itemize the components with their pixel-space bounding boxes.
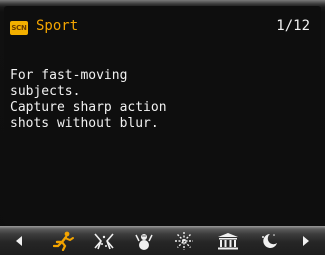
mode-title: Sport bbox=[36, 18, 79, 34]
scene-mode-icon: SCN bbox=[10, 21, 28, 35]
description-line: For fast-moving bbox=[10, 68, 128, 83]
snow-icon[interactable] bbox=[133, 229, 155, 253]
left-arrow-icon[interactable] bbox=[12, 229, 26, 253]
page-counter: 1/12 bbox=[276, 18, 310, 34]
right-arrow-icon[interactable] bbox=[299, 229, 313, 253]
indoor-party-icon[interactable] bbox=[93, 229, 115, 253]
description-line: Capture sharp action bbox=[10, 100, 167, 115]
mode-description: For fast-moving subjects. Capture sharp … bbox=[10, 68, 310, 132]
description-line: subjects. bbox=[10, 84, 81, 99]
night-scene-icon[interactable] bbox=[258, 229, 280, 253]
scene-info-panel: SCN Sport 1/12 For fast-moving subjects.… bbox=[4, 6, 321, 226]
scene-mode-strip bbox=[0, 226, 325, 255]
museum-icon[interactable] bbox=[216, 229, 240, 253]
description-line: shots without blur. bbox=[10, 116, 159, 131]
fireworks-icon[interactable] bbox=[173, 229, 195, 253]
sport-runner-icon[interactable] bbox=[52, 229, 76, 253]
title-bar: SCN Sport 1/12 bbox=[4, 6, 321, 50]
camera-screen: SCN Sport 1/12 For fast-moving subjects.… bbox=[0, 0, 325, 255]
